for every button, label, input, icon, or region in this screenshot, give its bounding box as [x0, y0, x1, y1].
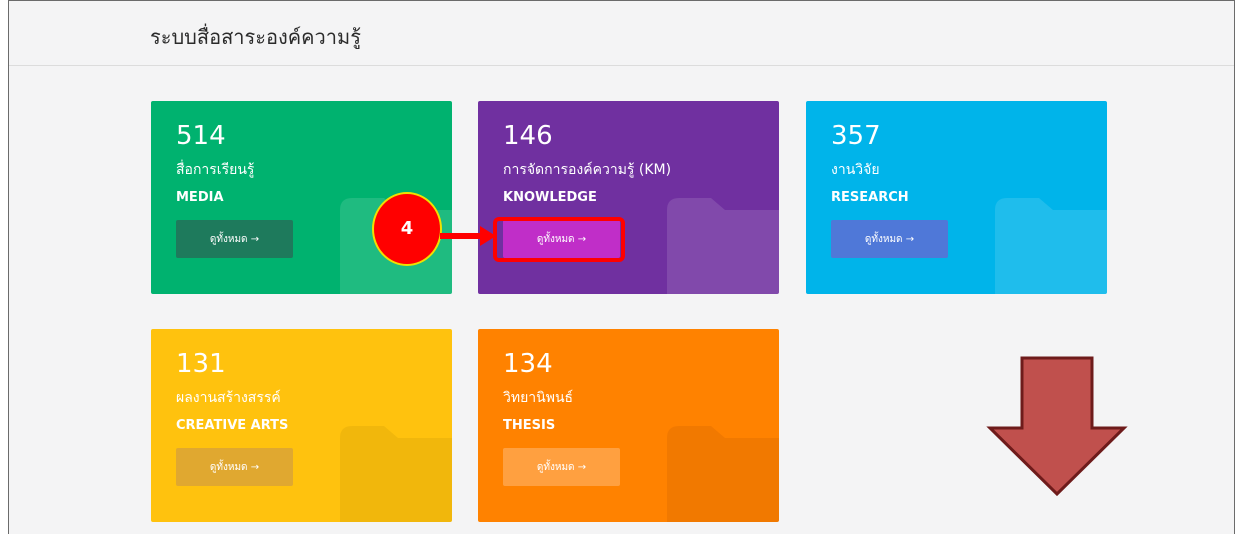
view-all-thesis-button[interactable]: ดูทั้งหมด →: [503, 448, 620, 486]
card-title-th: งานวิจัย: [831, 162, 880, 178]
card-knowledge: 146 การจัดการองค์ความรู้ (KM) KNOWLEDGE …: [478, 101, 779, 294]
folder-icon: [340, 426, 452, 522]
card-title-th: การจัดการองค์ความรู้ (KM): [503, 162, 672, 178]
page-title: ระบบสื่อสาระองค์ความรู้: [150, 25, 361, 49]
card-thesis: 134 วิทยานิพนธ์ THESIS ดูทั้งหมด →: [478, 329, 779, 522]
card-creative-arts: 131 ผลงานสร้างสรรค์ CREATIVE ARTS ดูทั้ง…: [151, 329, 452, 522]
page-header: ระบบสื่อสาระองค์ความรู้: [9, 1, 1234, 66]
folder-icon: [995, 198, 1107, 294]
folder-icon: [667, 426, 779, 522]
down-arrow-icon: [986, 356, 1128, 497]
card-count: 514: [176, 121, 226, 151]
folder-icon: [667, 198, 779, 294]
card-count: 134: [503, 349, 553, 379]
card-title-en: CREATIVE ARTS: [176, 418, 289, 433]
step-badge: 4: [372, 192, 442, 266]
card-title-th: ผลงานสร้างสรรค์: [176, 390, 281, 406]
pointer-arrow-icon: [440, 226, 496, 246]
card-title-en: THESIS: [503, 418, 556, 433]
card-research: 357 งานวิจัย RESEARCH ดูทั้งหมด →: [806, 101, 1107, 294]
card-count: 146: [503, 121, 553, 151]
card-title-en: KNOWLEDGE: [503, 190, 597, 205]
card-title-en: MEDIA: [176, 190, 224, 205]
view-all-creative-arts-button[interactable]: ดูทั้งหมด →: [176, 448, 293, 486]
card-title-th: วิทยานิพนธ์: [503, 390, 574, 406]
card-title-en: RESEARCH: [831, 190, 909, 205]
card-count: 357: [831, 121, 881, 151]
highlight-box: [493, 217, 625, 262]
card-title-th: สื่อการเรียนรู้: [176, 162, 255, 178]
view-all-media-button[interactable]: ดูทั้งหมด →: [176, 220, 293, 258]
view-all-research-button[interactable]: ดูทั้งหมด →: [831, 220, 948, 258]
card-count: 131: [176, 349, 226, 379]
